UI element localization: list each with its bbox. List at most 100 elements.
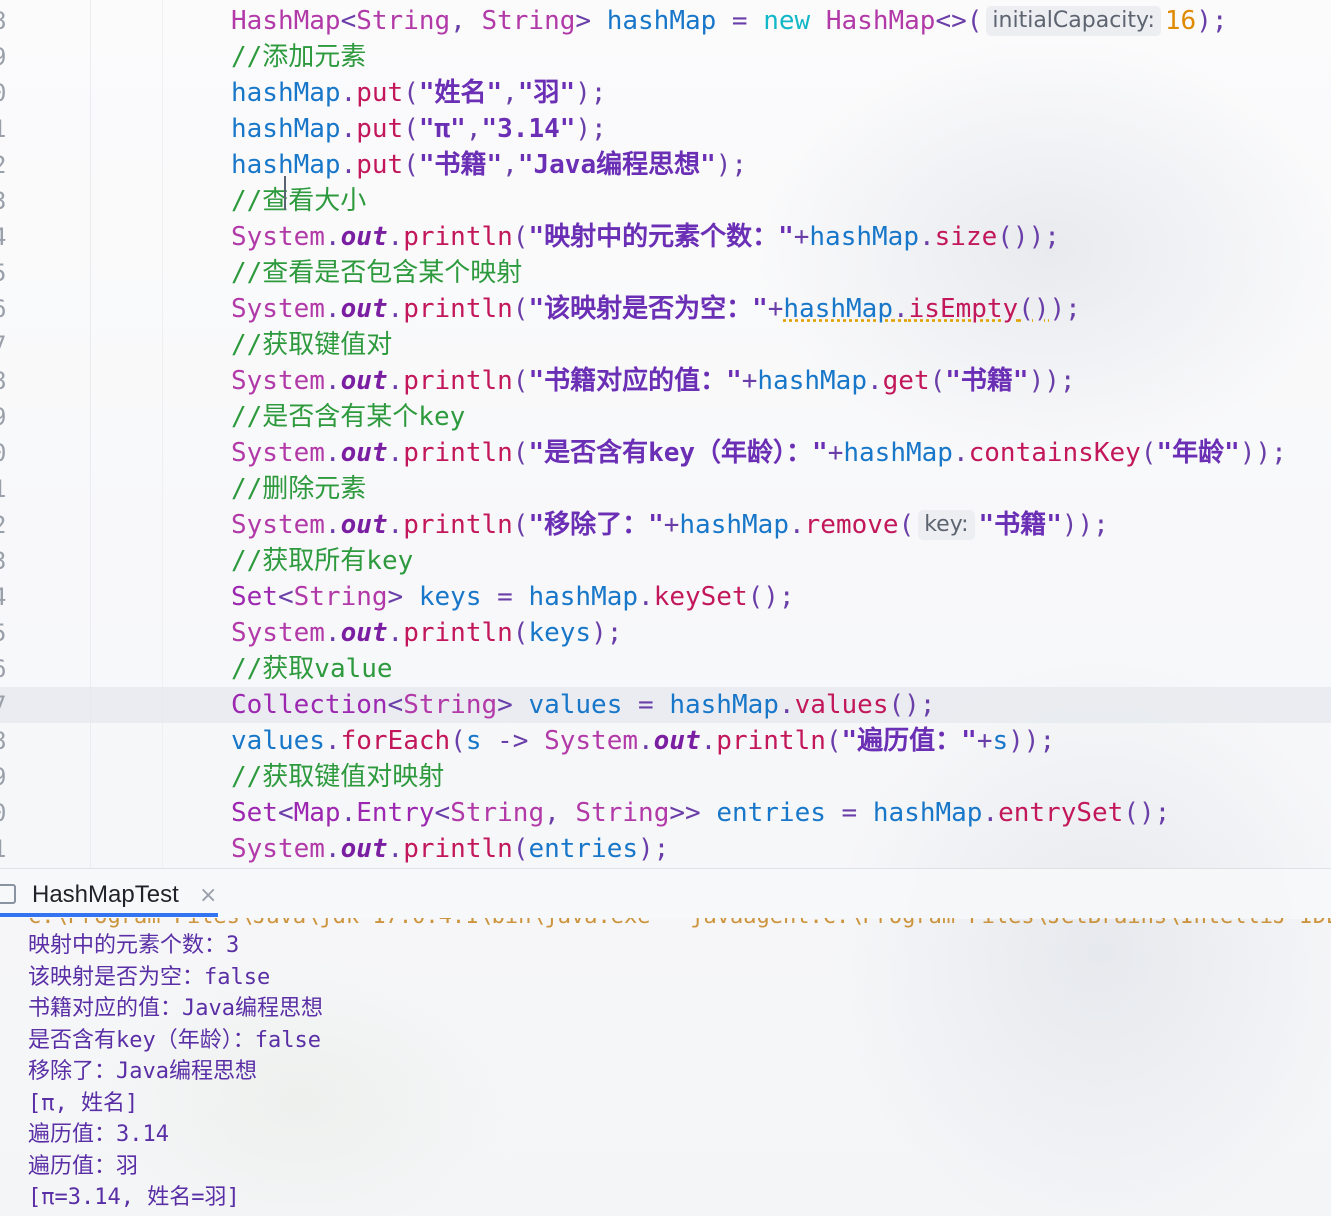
code-token: . (324, 726, 341, 756)
code-token: ( (512, 510, 529, 540)
code-line[interactable]: 4System.out.println("映射中的元素个数："+hashMap.… (0, 219, 1331, 255)
code-token: String (356, 6, 451, 36)
code-token: . (638, 726, 654, 756)
code-token: println (716, 726, 826, 756)
code-token: hashMap (809, 222, 919, 252)
code-text: hashMap.put("书籍","Java编程思想"); (231, 147, 747, 183)
code-token: . (866, 366, 883, 396)
parameter-hint: initialCapacity: (986, 6, 1161, 36)
code-token: out (340, 366, 388, 396)
code-token: ( (929, 366, 946, 396)
code-token: System (231, 510, 325, 540)
code-token: String (293, 582, 388, 612)
line-number: 0 (0, 435, 22, 471)
code-token: "年龄" (1156, 438, 1240, 468)
code-line[interactable]: 2System.out.println("移除了："+hashMap.remov… (0, 507, 1331, 543)
code-token: = (622, 690, 670, 720)
code-line[interactable]: 1System.out.println(entries); (0, 831, 1331, 867)
line-number: 8 (0, 3, 22, 39)
code-line[interactable]: 6System.out.println("该映射是否为空："+hashMap.i… (0, 291, 1331, 327)
code-token: put (356, 150, 404, 180)
code-token: hashMap (679, 510, 789, 540)
code-line[interactable]: 3 //查看大小 (0, 183, 1331, 219)
code-token: . (387, 618, 404, 648)
code-line[interactable]: 6 //获取value (0, 651, 1331, 687)
code-line[interactable]: 9 //添加元素 (0, 39, 1331, 75)
close-icon[interactable]: × (199, 880, 217, 912)
code-token: //获取键值对 (231, 330, 393, 360)
code-token: )); (1028, 366, 1076, 396)
code-token: hashMap (606, 6, 717, 36)
line-number: 5 (0, 255, 22, 291)
code-token: out (653, 726, 701, 756)
line-number: 7 (0, 687, 22, 723)
line-number: 1 (0, 111, 22, 147)
code-line[interactable]: 8 HashMap<String, String> hashMap = new H… (0, 3, 1331, 39)
code-line[interactable]: 3 //获取所有key (0, 543, 1331, 579)
code-token: //查看大小 (231, 186, 367, 216)
code-token: System (231, 366, 325, 396)
code-token: remove (804, 510, 899, 540)
code-text: HashMap<String, String> hashMap = new Ha… (231, 3, 1228, 39)
console-window-icon (0, 884, 16, 904)
code-line[interactable]: 2 hashMap.put("书籍","Java编程思想"); (0, 147, 1331, 183)
code-token: size (934, 222, 998, 252)
line-number: 2 (0, 147, 22, 183)
current-code-line[interactable]: 7Collection<String> values = hashMap.val… (0, 687, 1331, 723)
code-text: System.out.println(entries); (231, 831, 669, 867)
code-token: , (465, 114, 482, 144)
code-line[interactable]: 9 //是否含有某个key (0, 399, 1331, 435)
code-line[interactable]: 0 hashMap.put("姓名","羽"); (0, 75, 1331, 111)
line-number: 3 (0, 543, 22, 579)
code-token: println (403, 618, 513, 648)
code-token: "羽" (517, 78, 576, 108)
code-text: values.forEach(s -> System.out.println("… (231, 723, 1055, 759)
code-text: System.out.println("该映射是否为空："+hashMap.is… (231, 291, 1081, 327)
code-editor[interactable]: 8 HashMap<String, String> hashMap = new H… (0, 0, 1331, 868)
code-token: containsKey (968, 438, 1141, 468)
text-caret (284, 176, 286, 210)
line-number: 4 (0, 579, 22, 615)
code-token: + (827, 438, 844, 468)
code-line[interactable]: 5System.out.println(keys); (0, 615, 1331, 651)
code-token: s (992, 726, 1009, 756)
code-line[interactable]: 4 Set<String> keys = hashMap.keySet(); (0, 579, 1331, 615)
code-line[interactable]: 0System.out.println("是否含有key（年龄）："+hashM… (0, 435, 1331, 471)
run-tab-label[interactable]: HashMapTest (32, 878, 179, 912)
code-token: ( (403, 114, 419, 144)
code-token: out (340, 618, 388, 648)
code-line[interactable]: 0 Set<Map.Entry<String, String>> entries … (0, 795, 1331, 831)
code-token: . (778, 690, 795, 720)
code-text: System.out.println("书籍对应的值："+hashMap.get… (231, 363, 1076, 399)
code-line[interactable]: 1 hashMap.put("π","3.14"); (0, 111, 1331, 147)
code-token: , (502, 78, 518, 108)
code-token: "该映射是否为空：" (528, 294, 768, 324)
code-token: . (387, 222, 404, 252)
console-output-line: 遍历值：3.14 (28, 1122, 169, 1147)
code-token: //是否含有某个key (231, 402, 466, 432)
line-number: 8 (0, 723, 22, 759)
console-output-line: [π=3.14, 姓名=羽] (28, 1185, 240, 1210)
code-token: hashMap (231, 114, 341, 144)
console-command-line: C:\Program Files\Java\jdk-17.0.4.1\bin\j… (28, 918, 1331, 929)
code-token: keys (418, 582, 482, 612)
code-text: hashMap.put("姓名","羽"); (231, 75, 606, 111)
code-line[interactable]: 7 //获取键值对 (0, 327, 1331, 363)
code-line[interactable]: 8System.out.println("书籍对应的值："+hashMap.ge… (0, 363, 1331, 399)
line-number: 6 (0, 651, 22, 687)
code-token: = (716, 6, 764, 36)
code-line[interactable]: 5 //查看是否包含某个映射 (0, 255, 1331, 291)
code-token: = (481, 582, 529, 612)
code-text: //查看是否包含某个映射 (231, 255, 522, 291)
code-line[interactable]: 8values.forEach(s -> System.out.println(… (0, 723, 1331, 759)
code-token: isEmpty (908, 294, 1019, 324)
code-token: < (277, 582, 294, 612)
code-line[interactable]: 1 //删除元素 (0, 471, 1331, 507)
code-token: Set (231, 582, 278, 612)
code-token: ( (450, 726, 466, 756)
code-line[interactable]: 9 //获取键值对映射 (0, 759, 1331, 795)
console-output[interactable]: C:\Program Files\Java\jdk-17.0.4.1\bin\j… (0, 918, 1331, 1216)
code-token: String (403, 690, 498, 720)
code-token: System (231, 294, 325, 324)
code-token: Collection (231, 690, 388, 720)
